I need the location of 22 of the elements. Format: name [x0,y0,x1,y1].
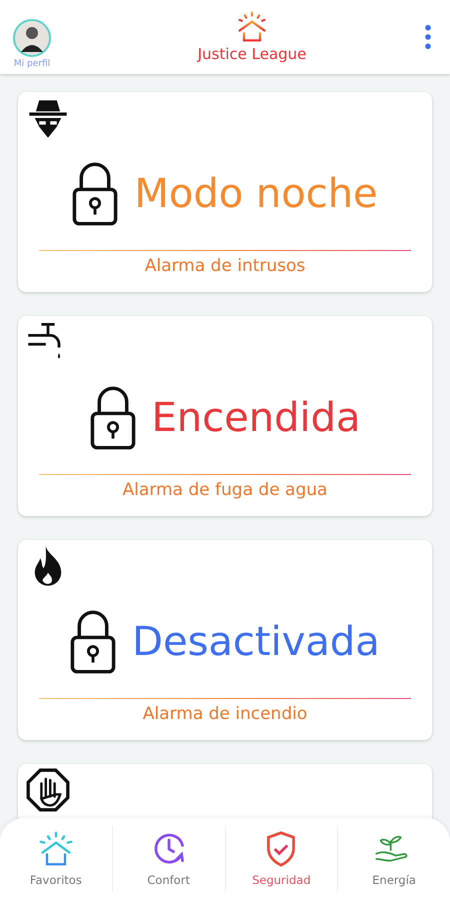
more-options-icon[interactable] [424,24,432,50]
alarm-label: Alarma de incendio [142,704,308,724]
stop-hand-icon [26,768,70,812]
padlock-icon [90,386,136,450]
alarm-card[interactable] [18,764,432,820]
alarm-label: Alarma de fuga de agua [122,480,328,500]
alarm-status: Desactivada [132,619,380,665]
profile-label[interactable]: Mi perfil [14,58,50,68]
nav-tab[interactable]: Confort [112,826,226,892]
nav-tab[interactable]: Seguridad [226,826,338,892]
nav-tab[interactable]: Energía [338,826,450,892]
alarm-card[interactable]: Encendida Alarma de fuga de agua [18,316,432,516]
alarm-label: Alarma de intrusos [144,256,306,276]
padlock-icon [70,610,116,674]
home-title: Justice League [198,45,306,63]
alarm-status: Modo noche [134,171,378,217]
padlock-icon [72,162,118,226]
nav-tab[interactable]: Favoritos [0,826,113,892]
alarm-card[interactable]: Desactivada Alarma de incendio [18,540,432,740]
alarm-status: Encendida [152,395,360,441]
alarm-card[interactable]: Modo noche Alarma de intrusos [18,92,432,292]
avatar-icon[interactable] [12,18,52,58]
